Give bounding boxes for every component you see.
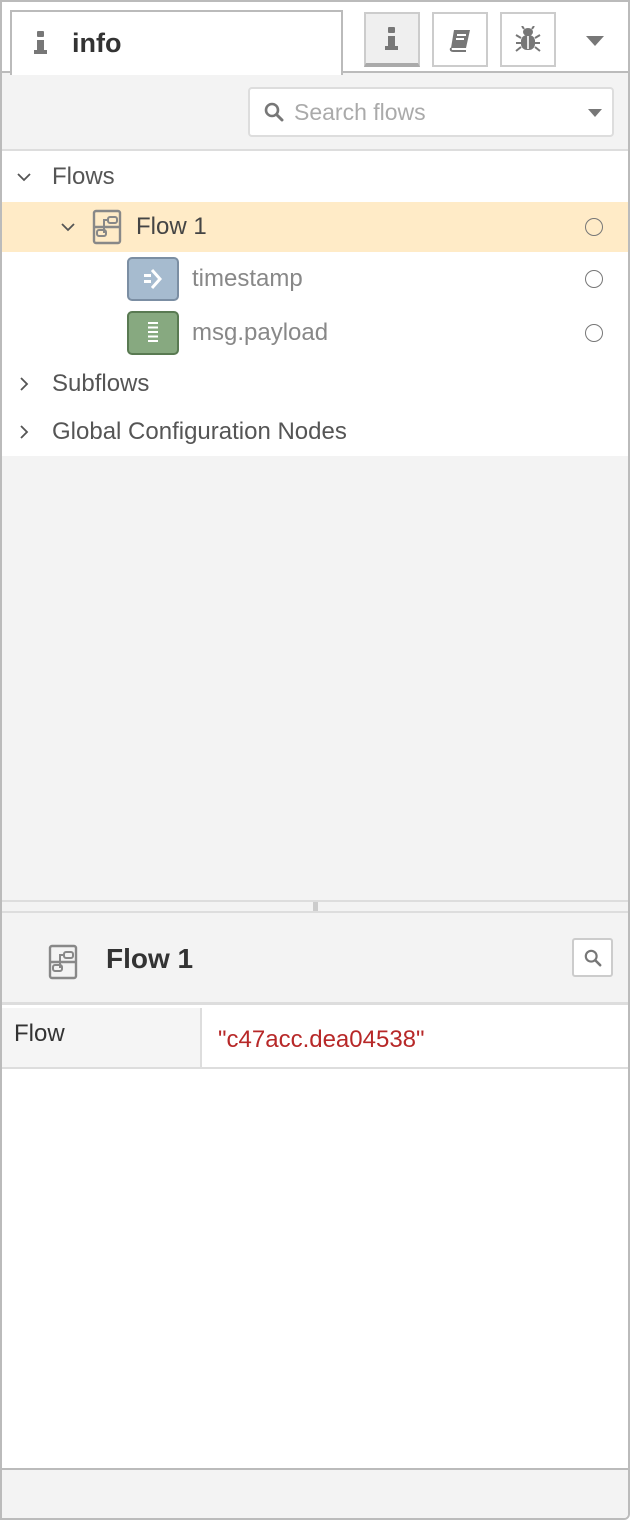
chevron-down-icon[interactable] (16, 169, 32, 185)
info-sidebar: info Search flows Flows Flow 1 timestamp… (0, 0, 630, 1520)
tree-section-flows[interactable]: Flows (2, 152, 628, 202)
list-lines-icon (127, 311, 179, 355)
tree-node-timestamp[interactable]: timestamp (2, 252, 628, 306)
property-value: "c47acc.dea04538" (202, 1008, 628, 1067)
sidebar-menu-caret-icon[interactable] (586, 36, 604, 46)
tree-section-global-config[interactable]: Global Configuration Nodes (2, 408, 628, 456)
sidebar-footer (2, 1468, 628, 1518)
book-icon (449, 29, 470, 52)
tab-info-label: info (72, 28, 122, 58)
flow-tree: Flows Flow 1 timestamp msg.payload Subfl… (2, 152, 628, 902)
flow-icon (92, 209, 122, 245)
tree-section-label: Flows (52, 163, 115, 190)
circle-icon (585, 324, 603, 342)
sidebar-tab-bar: info (2, 2, 628, 75)
search-input[interactable] (294, 98, 574, 126)
search-icon (584, 949, 601, 966)
debug-button[interactable] (500, 12, 556, 67)
bug-icon (515, 25, 541, 52)
search-options-caret-icon[interactable] (588, 109, 602, 117)
flow-icon (48, 944, 78, 980)
tree-section-subflows[interactable]: Subflows (2, 360, 628, 408)
info-button[interactable] (364, 12, 420, 67)
info-icon (385, 26, 399, 51)
info-panel-title: Flow 1 (106, 943, 194, 974)
tree-section-label: Subflows (52, 370, 150, 397)
reveal-flow-button[interactable] (572, 938, 613, 977)
property-key: Flow (2, 1008, 202, 1067)
chevron-right-icon[interactable] (16, 424, 32, 440)
search-row (2, 73, 628, 151)
tab-info[interactable]: info (10, 10, 343, 75)
info-icon (34, 30, 48, 57)
arrow-in-icon (127, 257, 179, 301)
help-button[interactable] (432, 12, 488, 67)
tree-node-label: timestamp (192, 265, 303, 292)
chevron-right-icon[interactable] (16, 376, 32, 392)
splitter-handle[interactable] (313, 902, 318, 911)
circle-icon (585, 218, 603, 236)
tree-section-label: Global Configuration Nodes (52, 418, 347, 445)
tree-item-flow-1[interactable]: Flow 1 (2, 202, 628, 252)
circle-icon (585, 270, 603, 288)
chevron-down-icon[interactable] (60, 219, 76, 235)
tree-node-msg-payload[interactable]: msg.payload (2, 306, 628, 360)
tree-node-label: msg.payload (192, 319, 329, 346)
search-flows-field[interactable] (248, 87, 614, 137)
tree-item-label: Flow 1 (136, 213, 207, 240)
info-properties-table: Flow "c47acc.dea04538" (2, 1008, 628, 1069)
search-icon (264, 102, 284, 122)
property-row: Flow "c47acc.dea04538" (2, 1008, 628, 1069)
info-panel-header: Flow 1 (2, 913, 628, 1005)
panel-splitter[interactable] (2, 900, 628, 913)
